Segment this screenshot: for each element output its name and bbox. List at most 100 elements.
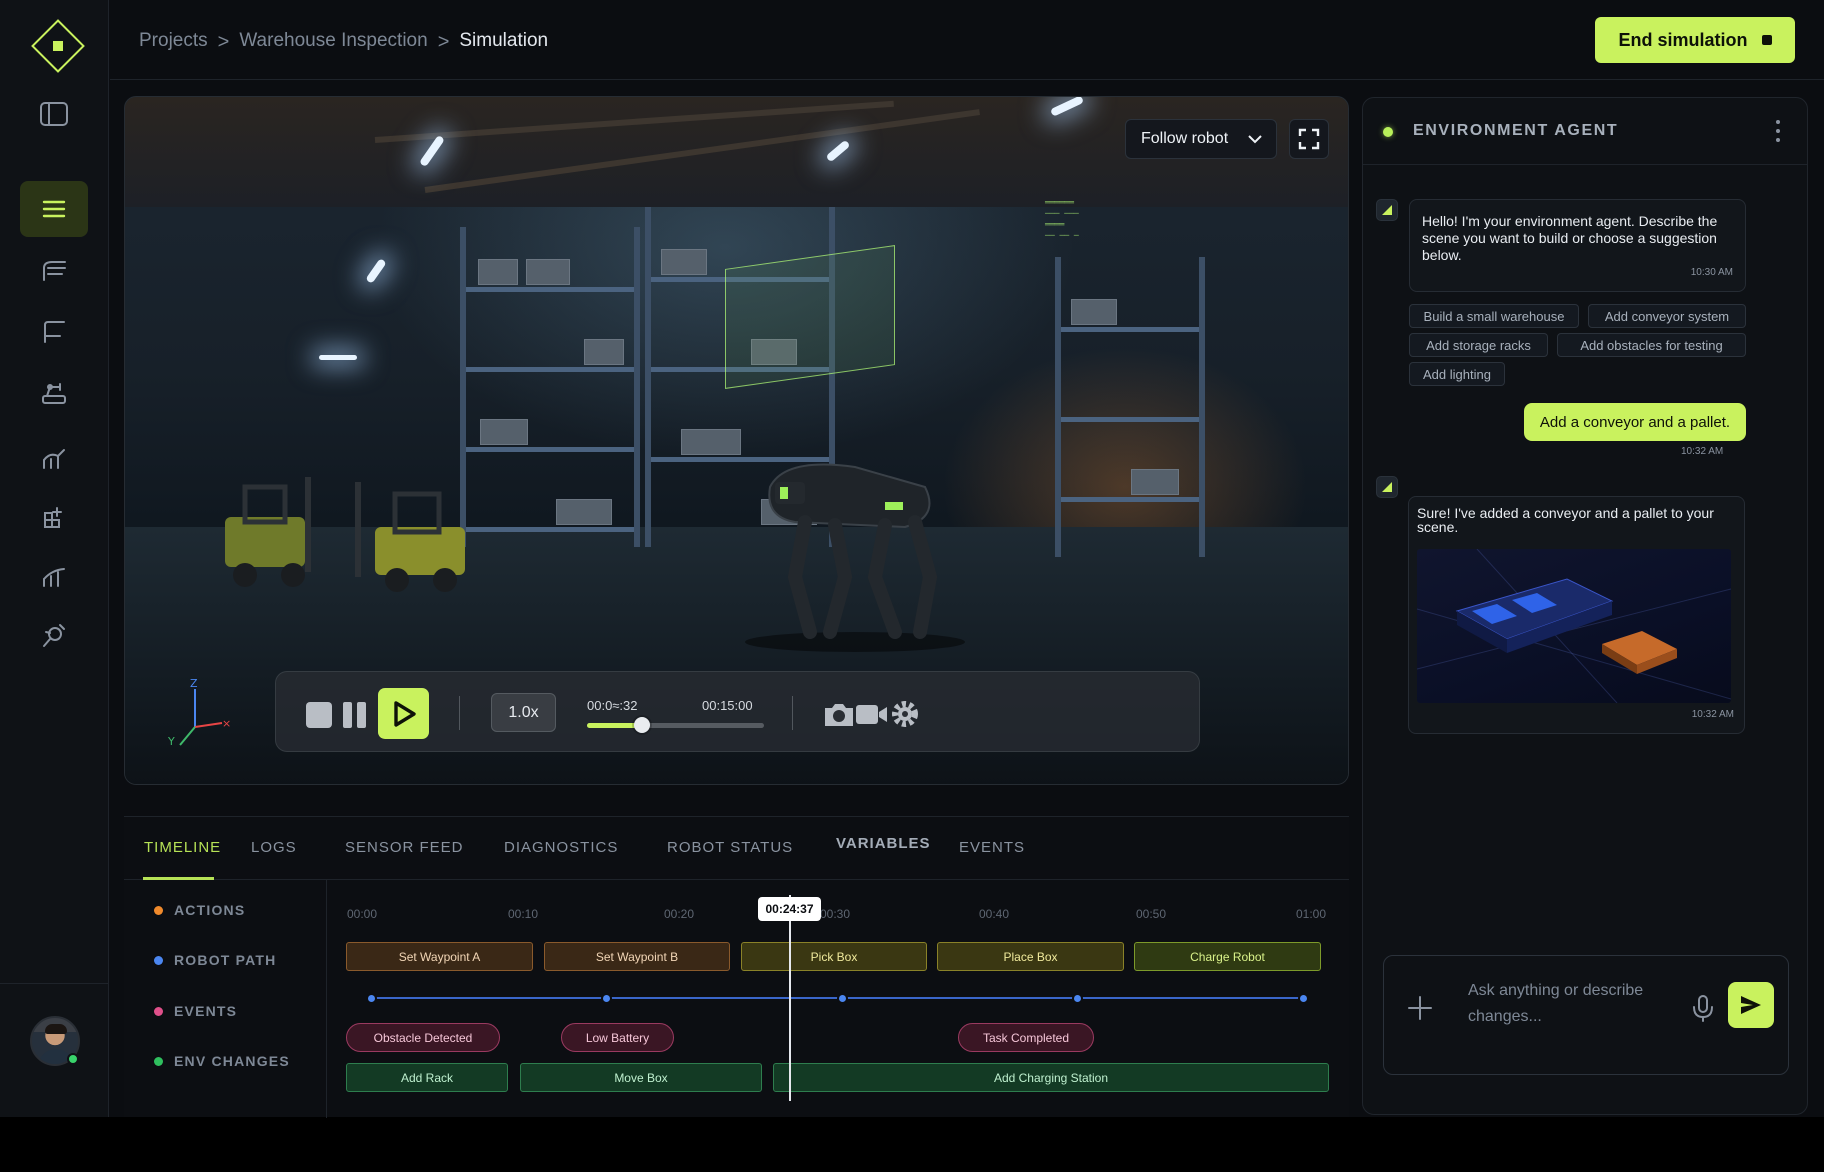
more-options-icon[interactable] bbox=[1772, 120, 1784, 142]
agent-reply: Sure! I've added a conveyor and a pallet… bbox=[1408, 496, 1745, 734]
suggestion-chip[interactable]: Add storage racks bbox=[1409, 333, 1548, 357]
svg-text:×: × bbox=[222, 717, 231, 730]
suggestion-chip[interactable]: Add lighting bbox=[1409, 362, 1505, 386]
action-set-waypoint-b[interactable]: Set Waypoint B bbox=[544, 942, 730, 971]
agent-status-dot bbox=[1383, 127, 1393, 137]
hologram-grid bbox=[725, 245, 895, 389]
playhead-time: 00:24:37 bbox=[758, 897, 821, 921]
play-button[interactable] bbox=[378, 688, 429, 739]
playhead[interactable] bbox=[789, 895, 791, 1101]
axis-y-label: Y bbox=[167, 735, 175, 748]
env-move-box[interactable]: Move Box bbox=[520, 1063, 762, 1092]
microphone-icon[interactable] bbox=[1689, 993, 1717, 1023]
logo-icon[interactable] bbox=[30, 18, 86, 74]
add-widget-icon[interactable] bbox=[20, 488, 88, 544]
timeline-panel: TIMELINE LOGS SENSOR FEED DIAGNOSTICS RO… bbox=[124, 816, 1349, 1118]
stop-button[interactable] bbox=[306, 702, 332, 728]
agent-avatar-icon bbox=[1376, 476, 1398, 498]
ruler-tick: 00:20 bbox=[664, 907, 695, 921]
path-waypoint[interactable] bbox=[1298, 993, 1309, 1004]
speed-button[interactable]: 1.0x bbox=[491, 693, 556, 732]
track-label-text: ENV CHANGES bbox=[174, 1053, 290, 1069]
playback-controls: 1.0x 00:0≈:32 00:15:00 bbox=[275, 671, 1200, 752]
breadcrumb-current: Simulation bbox=[459, 30, 549, 51]
ruler-tick: 00:40 bbox=[979, 907, 1010, 921]
progress-handle[interactable] bbox=[633, 717, 650, 733]
menu-icon[interactable] bbox=[20, 181, 88, 237]
simulation-app: Projects > Warehouse Inspection > Simula… bbox=[0, 0, 1824, 1118]
scene-lamp bbox=[319, 355, 357, 360]
event-obstacle-detected[interactable]: Obstacle Detected bbox=[346, 1023, 500, 1052]
agent-message: Hello! I'm your environment agent. Descr… bbox=[1409, 199, 1746, 292]
layers-icon[interactable] bbox=[20, 242, 88, 298]
breadcrumb-separator-icon: > bbox=[437, 31, 450, 53]
ruler-tick: 00:00 bbox=[347, 907, 378, 921]
tab-sensor-feed[interactable]: SENSOR FEED bbox=[345, 839, 464, 856]
path-waypoint[interactable] bbox=[366, 993, 377, 1004]
end-simulation-button[interactable]: End simulation bbox=[1595, 17, 1795, 63]
play-icon bbox=[393, 700, 416, 727]
simulation-viewport[interactable]: ══════─── ───════── ── ─ Follow robot bbox=[124, 96, 1349, 785]
chat-input[interactable]: Ask anything or describe changes... bbox=[1468, 978, 1648, 1030]
forklift-left bbox=[225, 477, 311, 587]
sidebar-toggle-icon[interactable] bbox=[20, 86, 88, 142]
event-task-completed[interactable]: Task Completed bbox=[958, 1023, 1094, 1052]
online-status-dot bbox=[67, 1053, 79, 1065]
fullscreen-button[interactable] bbox=[1289, 119, 1329, 159]
track-color-dot bbox=[154, 955, 163, 965]
track-label-text: EVENTS bbox=[174, 1003, 238, 1019]
tab-timeline[interactable]: TIMELINE bbox=[144, 839, 221, 856]
progress-slider[interactable] bbox=[587, 717, 764, 733]
track-robot-path[interactable]: ROBOT PATH bbox=[154, 952, 276, 968]
suggestion-chip[interactable]: Add obstacles for testing bbox=[1557, 333, 1746, 357]
video-icon[interactable] bbox=[854, 699, 888, 729]
tab-variables[interactable]: VARIABLES bbox=[836, 835, 931, 852]
robot-arm-icon[interactable] bbox=[20, 364, 88, 420]
pause-button[interactable] bbox=[343, 702, 367, 728]
action-place-box[interactable]: Place Box bbox=[937, 942, 1124, 971]
chat-composer: Ask anything or describe changes... bbox=[1383, 955, 1789, 1075]
controls-divider bbox=[792, 696, 793, 730]
breadcrumb-projects[interactable]: Projects bbox=[139, 30, 208, 52]
path-waypoint[interactable] bbox=[837, 993, 848, 1004]
camera-mode-select[interactable]: Follow robot bbox=[1125, 119, 1277, 159]
analytics-icon[interactable] bbox=[20, 430, 88, 486]
env-add-rack[interactable]: Add Rack bbox=[346, 1063, 508, 1092]
path-waypoint[interactable] bbox=[601, 993, 612, 1004]
integrations-icon[interactable] bbox=[20, 607, 88, 663]
track-env-changes[interactable]: ENV CHANGES bbox=[154, 1053, 290, 1069]
tab-logs[interactable]: LOGS bbox=[251, 839, 297, 856]
action-pick-box[interactable]: Pick Box bbox=[741, 942, 927, 971]
camera-mode-value: Follow robot bbox=[1141, 130, 1229, 147]
send-button[interactable] bbox=[1728, 982, 1774, 1028]
message-timestamp: 10:32 AM bbox=[1681, 446, 1724, 457]
env-add-charging-station[interactable]: Add Charging Station bbox=[773, 1063, 1329, 1092]
breadcrumb-separator-icon: > bbox=[217, 31, 230, 53]
camera-icon[interactable] bbox=[822, 699, 856, 729]
path-waypoint[interactable] bbox=[1072, 993, 1083, 1004]
event-low-battery[interactable]: Low Battery bbox=[561, 1023, 674, 1052]
track-actions[interactable]: ACTIONS bbox=[154, 902, 245, 918]
conveyor-pallet-render bbox=[1417, 549, 1731, 703]
agent-header: ENVIRONMENT AGENT bbox=[1363, 98, 1807, 165]
chevron-down-icon bbox=[1248, 135, 1262, 144]
suggestion-chip[interactable]: Add conveyor system bbox=[1588, 304, 1746, 328]
hud-readout: ══════ ─── ─── ════ ── ── ─ bbox=[1045, 198, 1079, 240]
settings-icon[interactable] bbox=[888, 699, 922, 729]
tab-diagnostics[interactable]: DIAGNOSTICS bbox=[504, 839, 618, 856]
ruler-tick: 00:10 bbox=[508, 907, 539, 921]
action-set-waypoint-a[interactable]: Set Waypoint A bbox=[346, 942, 533, 971]
agent-avatar-icon bbox=[1376, 199, 1398, 221]
track-events[interactable]: EVENTS bbox=[154, 1003, 237, 1019]
flag-icon[interactable] bbox=[20, 303, 88, 359]
action-charge-robot[interactable]: Charge Robot bbox=[1134, 942, 1321, 971]
add-attachment-icon[interactable] bbox=[1406, 994, 1434, 1022]
stop-square-icon bbox=[1761, 35, 1772, 45]
stats-icon[interactable] bbox=[20, 548, 88, 604]
agent-title: ENVIRONMENT AGENT bbox=[1413, 122, 1619, 139]
tab-events[interactable]: EVENTS bbox=[959, 839, 1025, 856]
tab-robot-status[interactable]: ROBOT STATUS bbox=[667, 839, 793, 856]
breadcrumb-project[interactable]: Warehouse Inspection bbox=[239, 30, 427, 52]
suggestion-chip[interactable]: Build a small warehouse bbox=[1409, 304, 1579, 328]
scene-preview-image[interactable] bbox=[1417, 549, 1731, 703]
